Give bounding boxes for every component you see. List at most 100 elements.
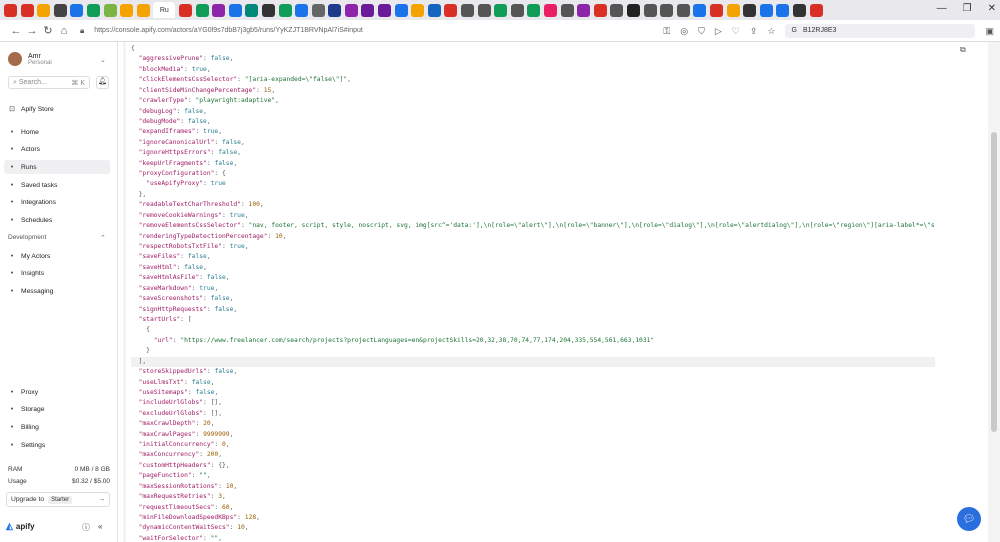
- browser-tab[interactable]: [759, 3, 773, 17]
- browser-tab[interactable]: [577, 3, 591, 17]
- json-line: "debugMode": false,: [131, 117, 935, 127]
- json-token: :: [199, 451, 207, 459]
- browser-tab[interactable]: [477, 3, 491, 17]
- sidebar-item-billing[interactable]: • Billing: [4, 420, 110, 434]
- key-icon[interactable]: ⚿: [663, 26, 670, 37]
- browser-tab[interactable]: [394, 3, 408, 17]
- restore-icon[interactable]: ❐: [963, 3, 972, 14]
- browser-tab[interactable]: [693, 3, 707, 17]
- forward-icon[interactable]: →: [24, 25, 40, 37]
- browser-tab[interactable]: [4, 3, 17, 17]
- browser-tab[interactable]: [70, 3, 84, 17]
- sidebar-item-messaging[interactable]: • Messaging: [4, 284, 110, 298]
- browser-tab[interactable]: [427, 3, 441, 17]
- browser-tab[interactable]: [676, 3, 690, 17]
- sidebar-item-home[interactable]: • Home: [4, 125, 110, 139]
- browser-tab[interactable]: [444, 3, 458, 17]
- close-icon[interactable]: ✕: [988, 3, 996, 14]
- minimize-icon[interactable]: —: [937, 3, 947, 14]
- browser-tab[interactable]: [261, 3, 275, 17]
- sidebar-item-actors[interactable]: • Actors: [4, 143, 110, 157]
- url-field[interactable]: https://console.apify.com/actors/aYG0l9s…: [94, 27, 363, 34]
- browser-tab[interactable]: [776, 3, 790, 17]
- bookmark-icon[interactable]: ☆: [767, 26, 775, 37]
- browser-tab[interactable]: [212, 3, 226, 17]
- scrollbar[interactable]: [988, 42, 1000, 542]
- scrollbar-thumb[interactable]: [991, 132, 997, 432]
- browser-tab[interactable]: [344, 3, 358, 17]
- browser-tab[interactable]: [53, 3, 67, 17]
- sidebar-item-apify-store[interactable]: ⊡ Apify Store: [4, 102, 110, 116]
- sidebar-item-my-actors[interactable]: • My Actors: [4, 249, 110, 263]
- browser-tab[interactable]: [178, 3, 192, 17]
- browser-tab[interactable]: [378, 3, 392, 17]
- browser-tab[interactable]: [560, 3, 574, 17]
- browser-tab[interactable]: [527, 3, 541, 17]
- reload-icon[interactable]: ↻: [40, 24, 56, 37]
- apify-logo[interactable]: ◭ apify: [6, 521, 35, 532]
- upgrade-button[interactable]: Upgrade to Starter →: [6, 492, 110, 507]
- browser-tab[interactable]: [510, 3, 524, 17]
- browser-tab[interactable]: [195, 3, 209, 17]
- browser-tab[interactable]: [278, 3, 292, 17]
- browser-tab[interactable]: [103, 3, 117, 17]
- json-code[interactable]: { "aggressivePrune": false, "blockMedia"…: [131, 44, 935, 542]
- heart-icon[interactable]: ♡: [732, 26, 740, 37]
- schedules-icon: •: [10, 217, 14, 224]
- browser-tab[interactable]: [660, 3, 674, 17]
- sidebar-item-storage[interactable]: • Storage: [4, 403, 110, 417]
- browser-tab[interactable]: [544, 3, 557, 17]
- home-browser-icon[interactable]: ⌂: [56, 25, 72, 37]
- browser-tab[interactable]: [411, 3, 425, 17]
- search-input[interactable]: ⌕ Search... ⌘ K: [8, 76, 90, 89]
- browser-tab[interactable]: [311, 3, 325, 17]
- upgrade-label: Upgrade to: [11, 496, 45, 503]
- browser-tab[interactable]: [726, 3, 740, 17]
- sidebar-item-integrations[interactable]: • Integrations: [4, 196, 110, 210]
- browser-tab[interactable]: [86, 3, 100, 17]
- browser-tab[interactable]: [626, 3, 640, 17]
- chevron-down-icon[interactable]: ⌄: [100, 56, 106, 64]
- browser-search-field[interactable]: G B12RJ8E3: [785, 24, 976, 38]
- browser-tab[interactable]: [228, 3, 242, 17]
- chevron-up-icon[interactable]: ⌃: [100, 234, 106, 242]
- browser-tab[interactable]: [610, 3, 624, 17]
- camera-icon[interactable]: ◎: [680, 26, 688, 37]
- browser-tab[interactable]: [792, 3, 806, 17]
- json-line: "proxyConfiguration": {: [131, 169, 935, 179]
- sidebar-item-insights[interactable]: • Insights: [4, 267, 110, 281]
- browser-tab[interactable]: [20, 3, 34, 17]
- sidebar-item-proxy[interactable]: • Proxy: [4, 385, 110, 399]
- browser-tab[interactable]: [494, 3, 508, 17]
- browser-tab[interactable]: [295, 3, 309, 17]
- back-icon[interactable]: ←: [8, 25, 24, 37]
- browser-tab[interactable]: [37, 3, 51, 17]
- sidebar-item-saved-tasks[interactable]: • Saved tasks: [4, 178, 110, 192]
- browser-tab[interactable]: [120, 3, 134, 17]
- browser-tab-active[interactable]: Ru: [153, 2, 176, 18]
- browser-tab[interactable]: [136, 3, 150, 17]
- share-icon[interactable]: ⇪: [750, 26, 758, 37]
- shield-icon[interactable]: ⛉: [698, 26, 705, 37]
- play-icon[interactable]: ▷: [715, 26, 722, 37]
- browser-tab[interactable]: [809, 3, 823, 17]
- browser-tab[interactable]: [328, 3, 342, 17]
- browser-tab[interactable]: [643, 3, 657, 17]
- sidebar-item-runs[interactable]: • Runs: [4, 160, 110, 175]
- chat-icon[interactable]: 💬︎: [957, 507, 981, 531]
- help-icon[interactable]: ⓘ: [82, 522, 90, 533]
- sidebar-item-schedules[interactable]: • Schedules: [4, 214, 110, 228]
- browser-tab[interactable]: [743, 3, 757, 17]
- browser-tab[interactable]: [709, 3, 723, 17]
- bell-icon[interactable]: 🔔︎: [96, 76, 109, 89]
- browser-tab[interactable]: [361, 3, 375, 17]
- collapse-sidebar-icon[interactable]: «: [98, 522, 102, 531]
- browser-tab[interactable]: [245, 3, 259, 17]
- extensions-icon[interactable]: ▣: [985, 26, 994, 37]
- sidebar-item-settings[interactable]: • Settings: [4, 438, 110, 452]
- user-menu[interactable]: Amr Personal: [8, 52, 52, 66]
- lock-icon[interactable]: 🔒︎: [80, 26, 84, 36]
- copy-icon[interactable]: ⧉: [960, 45, 972, 57]
- browser-tab[interactable]: [461, 3, 475, 17]
- browser-tab[interactable]: [593, 3, 607, 17]
